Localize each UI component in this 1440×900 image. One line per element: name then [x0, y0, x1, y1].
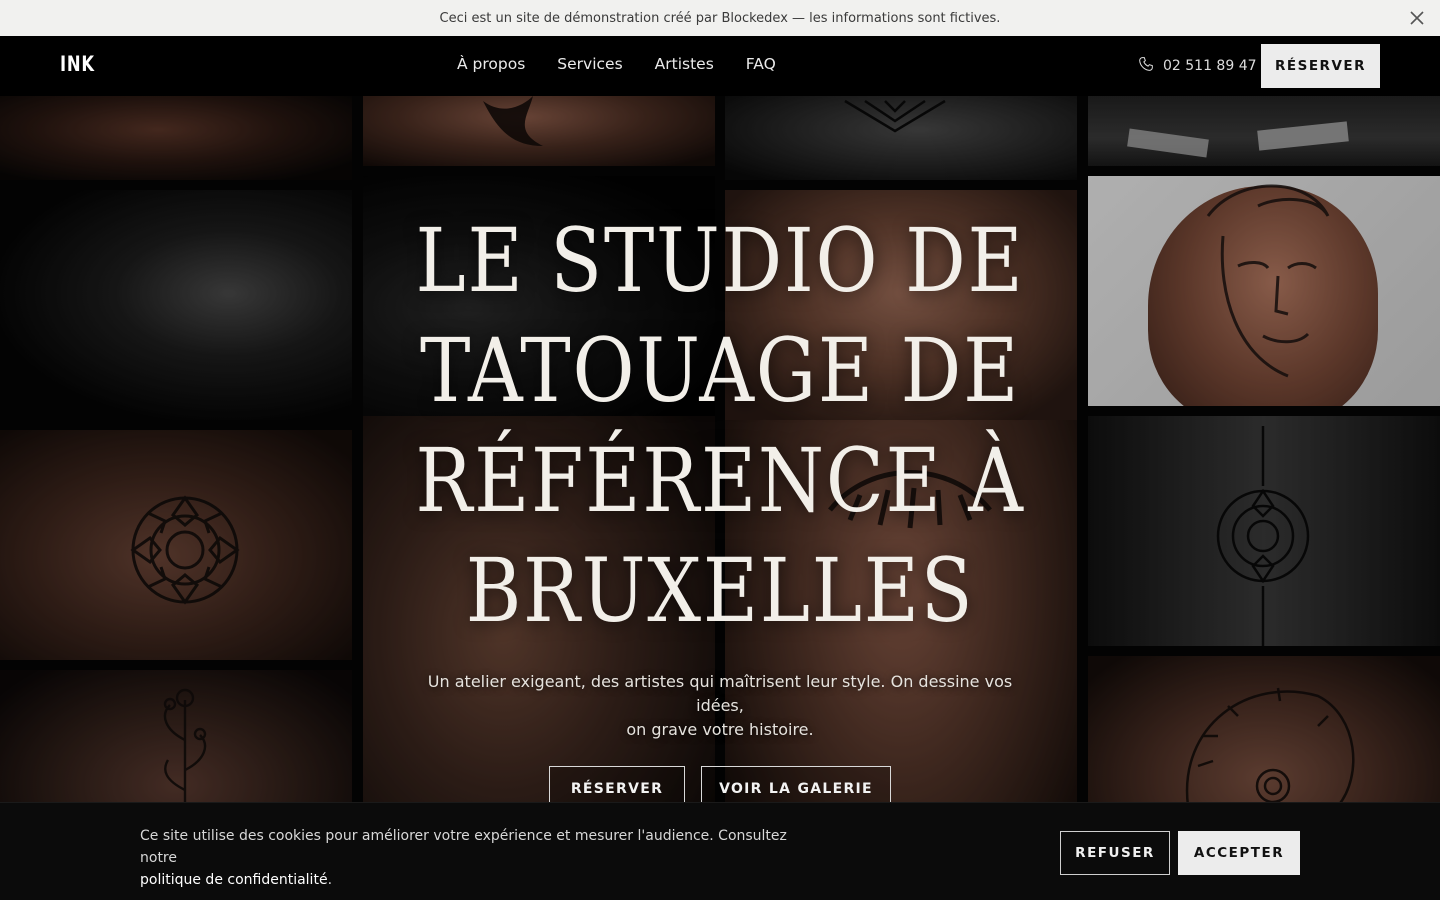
nav-item-a-propos[interactable]: À propos [457, 55, 525, 73]
hero-title: LE STUDIO DE TATOUAGE DE RÉFÉRENCE À BRU… [376, 206, 1064, 646]
phone-icon [1138, 56, 1154, 76]
hero-title-line: TATOUAGE DE [419, 319, 1021, 422]
nav-item-faq[interactable]: FAQ [746, 55, 776, 73]
phone-number: 02 511 89 47 [1163, 58, 1257, 74]
nav-item-services[interactable]: Services [557, 55, 622, 73]
nav-item-artistes[interactable]: Artistes [655, 55, 714, 73]
refuse-cookies-button[interactable]: REFUSER [1060, 831, 1170, 875]
accept-cookies-button[interactable]: ACCEPTER [1178, 831, 1300, 875]
hero-title-line: BRUXELLES [465, 539, 975, 642]
hero-subtitle: Un atelier exigeant, des artistes qui ma… [420, 670, 1020, 742]
privacy-policy-link[interactable]: politique de confidentialité [140, 872, 328, 888]
cookie-link-suffix: . [327, 872, 333, 888]
demo-banner-text: Ceci est un site de démonstration créé p… [439, 10, 1001, 26]
hero-subtitle-line: on grave votre histoire. [626, 720, 814, 739]
phone-link[interactable]: 02 511 89 47 [1138, 56, 1257, 76]
close-icon[interactable] [1408, 9, 1426, 27]
hero-section: LE STUDIO DE TATOUAGE DE RÉFÉRENCE À BRU… [0, 96, 1440, 900]
logo[interactable]: INK [60, 52, 95, 76]
hero-title-line: LE STUDIO DE [415, 209, 1025, 312]
cookie-banner: Ce site utilise des cookies pour amélior… [0, 802, 1440, 900]
header-reserve-button[interactable]: RÉSERVER [1261, 44, 1380, 88]
cookie-message: Ce site utilise des cookies pour amélior… [140, 828, 787, 866]
hero-subtitle-line: Un atelier exigeant, des artistes qui ma… [427, 672, 1013, 715]
main-nav: À propos Services Artistes FAQ [457, 55, 776, 73]
demo-banner: Ceci est un site de démonstration créé p… [0, 0, 1440, 36]
hero-title-line: RÉFÉRENCE À [415, 429, 1025, 532]
site-header: INK À propos Services Artistes FAQ 02 51… [0, 36, 1440, 96]
cookie-text: Ce site utilise des cookies pour amélior… [140, 825, 800, 891]
